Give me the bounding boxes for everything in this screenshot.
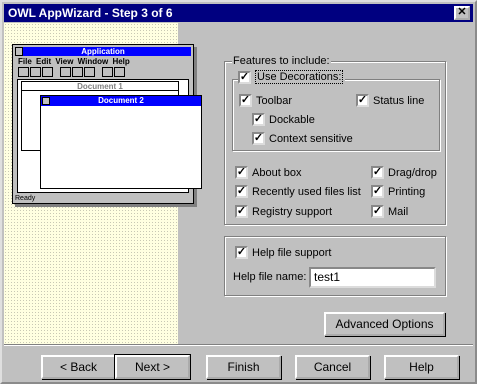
context-sensitive-checkbox[interactable]: ✓ Context sensitive — [252, 132, 353, 145]
drag-drop-checkbox[interactable]: ✓ Drag/drop — [371, 166, 437, 179]
preview-doc2-system-icon — [42, 97, 50, 105]
registry-checkbox[interactable]: ✓ Registry support — [235, 205, 332, 218]
recent-files-checkbox[interactable]: ✓ Recently used files list — [235, 185, 361, 198]
checkbox-box: ✓ — [238, 70, 251, 84]
checkbox-box: ✓ — [356, 94, 369, 107]
app-preview: Application File Edit View Window Help D… — [12, 44, 202, 204]
checkbox-box: ✓ — [252, 132, 265, 145]
status-line-label: Status line — [373, 94, 425, 107]
check-icon: ✓ — [372, 166, 383, 178]
help-file-name-label: Help file name: — [233, 271, 307, 283]
use-decorations-checkbox[interactable]: ✓ Use Decorations: — [238, 70, 346, 84]
check-icon: ✓ — [372, 185, 383, 197]
divider — [4, 344, 473, 346]
context-sensitive-label: Context sensitive — [269, 132, 353, 145]
drag-drop-label: Drag/drop — [388, 166, 437, 179]
window-title: OWL AppWizard - Step 3 of 6 — [8, 6, 173, 20]
mail-label: Mail — [388, 205, 409, 218]
check-icon: ✓ — [236, 246, 247, 258]
check-icon: ✓ — [240, 94, 251, 106]
check-icon: ✓ — [253, 113, 264, 125]
toolbar-label: Toolbar — [256, 94, 293, 107]
checkbox-box: ✓ — [235, 205, 248, 218]
checkbox-box: ✓ — [371, 185, 384, 198]
preview-doc2-title: Document 2 — [41, 96, 201, 106]
preview-toolbar — [18, 67, 125, 77]
preview-menu-bar: File Edit View Window Help — [18, 57, 130, 66]
use-decorations-label: Use Decorations: — [255, 70, 344, 84]
checkbox-box: ✓ — [235, 166, 248, 179]
cancel-button[interactable]: Cancel — [295, 355, 370, 379]
preview-tool-icon — [18, 67, 29, 77]
preview-system-menu-icon — [15, 47, 23, 56]
features-legend: Features to include: — [232, 55, 331, 67]
help-file-name-input[interactable]: test1 — [309, 267, 436, 288]
preview-doc1-title: Document 1 — [22, 82, 178, 91]
preview-tool-icon — [60, 67, 71, 77]
close-icon: ✕ — [457, 6, 467, 18]
about-box-label: About box — [252, 166, 302, 179]
next-button[interactable]: Next > — [114, 354, 191, 380]
checkbox-box: ✓ — [371, 166, 384, 179]
about-box-checkbox[interactable]: ✓ About box — [235, 166, 302, 179]
help-button[interactable]: Help — [384, 355, 459, 379]
status-line-checkbox[interactable]: ✓ Status line — [356, 94, 424, 107]
close-button[interactable]: ✕ — [454, 6, 470, 20]
check-icon: ✓ — [372, 205, 383, 217]
check-icon: ✓ — [357, 94, 368, 106]
check-icon: ✓ — [253, 132, 264, 144]
dockable-label: Dockable — [269, 113, 315, 126]
registry-label: Registry support — [252, 205, 333, 218]
check-icon: ✓ — [236, 185, 247, 197]
check-icon: ✓ — [236, 166, 247, 178]
printing-checkbox[interactable]: ✓ Printing — [371, 185, 425, 198]
checkbox-box: ✓ — [235, 185, 248, 198]
checkbox-box: ✓ — [371, 205, 384, 218]
checkbox-box: ✓ — [239, 94, 252, 107]
help-file-support-label: Help file support — [252, 246, 332, 259]
preview-document-2: Document 2 — [40, 95, 202, 189]
toolbar-checkbox[interactable]: ✓ Toolbar — [239, 94, 292, 107]
preview-tool-icon — [42, 67, 53, 77]
preview-tool-icon — [84, 67, 95, 77]
finish-button[interactable]: Finish — [206, 355, 281, 379]
checkbox-box: ✓ — [252, 113, 265, 126]
check-icon: ✓ — [239, 70, 250, 83]
check-icon: ✓ — [236, 205, 247, 217]
checkbox-box: ✓ — [235, 246, 248, 259]
title-bar: OWL AppWizard - Step 3 of 6 ✕ — [4, 4, 473, 22]
help-file-support-checkbox[interactable]: ✓ Help file support — [235, 246, 332, 259]
recent-files-label: Recently used files list — [252, 185, 361, 198]
wizard-window: OWL AppWizard - Step 3 of 6 ✕ Applicatio… — [0, 0, 477, 384]
dockable-checkbox[interactable]: ✓ Dockable — [252, 113, 315, 126]
preview-tool-icon — [72, 67, 83, 77]
printing-label: Printing — [388, 185, 426, 198]
mail-checkbox[interactable]: ✓ Mail — [371, 205, 408, 218]
preview-tool-icon — [114, 67, 125, 77]
preview-tool-icon — [30, 67, 41, 77]
back-button[interactable]: < Back — [41, 355, 116, 379]
advanced-options-button[interactable]: Advanced Options — [324, 312, 445, 336]
preview-tool-icon — [102, 67, 113, 77]
preview-status-bar: Ready — [15, 195, 36, 202]
preview-app-title: Application — [15, 47, 191, 56]
